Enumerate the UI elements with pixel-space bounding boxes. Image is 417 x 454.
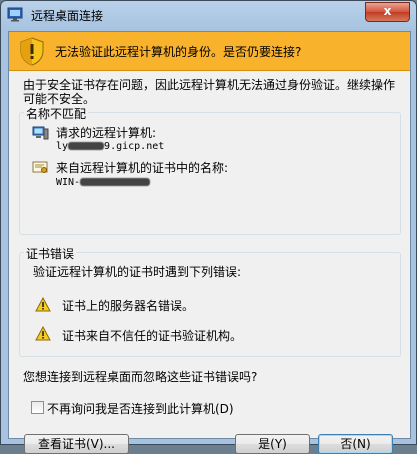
name-mismatch-legend: 名称不匹配 xyxy=(24,105,89,122)
redacted-text xyxy=(68,142,105,150)
certificate-errors-legend: 证书错误 xyxy=(24,245,77,262)
warning-icon xyxy=(35,326,51,341)
error-item: 证书上的服务器名错误。 xyxy=(62,299,195,313)
warning-icon xyxy=(35,297,51,312)
banner-message: 无法验证此远程计算机的身份。是否仍要连接? xyxy=(55,45,302,59)
certificate-name-value: WIN- xyxy=(56,177,151,188)
requested-value-prefix: ly xyxy=(56,141,69,152)
certificate-name-label: 来自远程计算机的证书中的名称: xyxy=(56,161,229,175)
computer-icon xyxy=(32,126,49,140)
title-bar[interactable]: 远程桌面连接 x xyxy=(1,1,416,29)
cert-value-prefix: WIN- xyxy=(56,177,81,188)
close-button[interactable]: x xyxy=(365,2,410,22)
requested-computer-value: ly 9.gicp.net xyxy=(56,141,164,152)
no-button[interactable]: 否(N) xyxy=(318,434,393,454)
warning-shield-icon xyxy=(20,37,44,66)
dont-ask-checkbox[interactable] xyxy=(31,401,44,414)
intro-text: 由于安全证书存在问题，因此远程计算机无法通过身份验证。继续操作可能不安全。 xyxy=(23,78,396,106)
dont-ask-label[interactable]: 不再询问我是否连接到此计算机(D) xyxy=(47,400,234,417)
window-title: 远程桌面连接 xyxy=(31,9,104,23)
requested-value-suffix: 9.gicp.net xyxy=(104,141,165,152)
requested-computer-label: 请求的远程计算机: xyxy=(56,126,157,140)
certificate-icon xyxy=(32,161,48,173)
dialog-window: 远程桌面连接 x 无法验证此远程计算机的身份。是否仍要连接? 由于安全证书存在问… xyxy=(0,0,417,454)
remote-desktop-icon xyxy=(7,7,23,22)
yes-button[interactable]: 是(Y) xyxy=(235,434,310,454)
dialog-client: 无法验证此远程计算机的身份。是否仍要连接? 由于安全证书存在问题，因此远程计算机… xyxy=(8,31,411,454)
redacted-text xyxy=(80,178,151,186)
dialog-body: 由于安全证书存在问题，因此远程计算机无法通过身份验证。继续操作可能不安全。 名称… xyxy=(9,71,410,454)
warning-banner: 无法验证此远程计算机的身份。是否仍要连接? xyxy=(9,32,410,71)
certificate-errors-description: 验证远程计算机的证书时遇到下列错误: xyxy=(33,265,242,279)
error-item: 证书来自不信任的证书验证机构。 xyxy=(62,329,243,343)
confirm-question: 您想连接到远程桌面而忽略这些证书错误吗? xyxy=(23,370,258,384)
view-certificate-button[interactable]: 查看证书(V)... xyxy=(24,434,129,454)
